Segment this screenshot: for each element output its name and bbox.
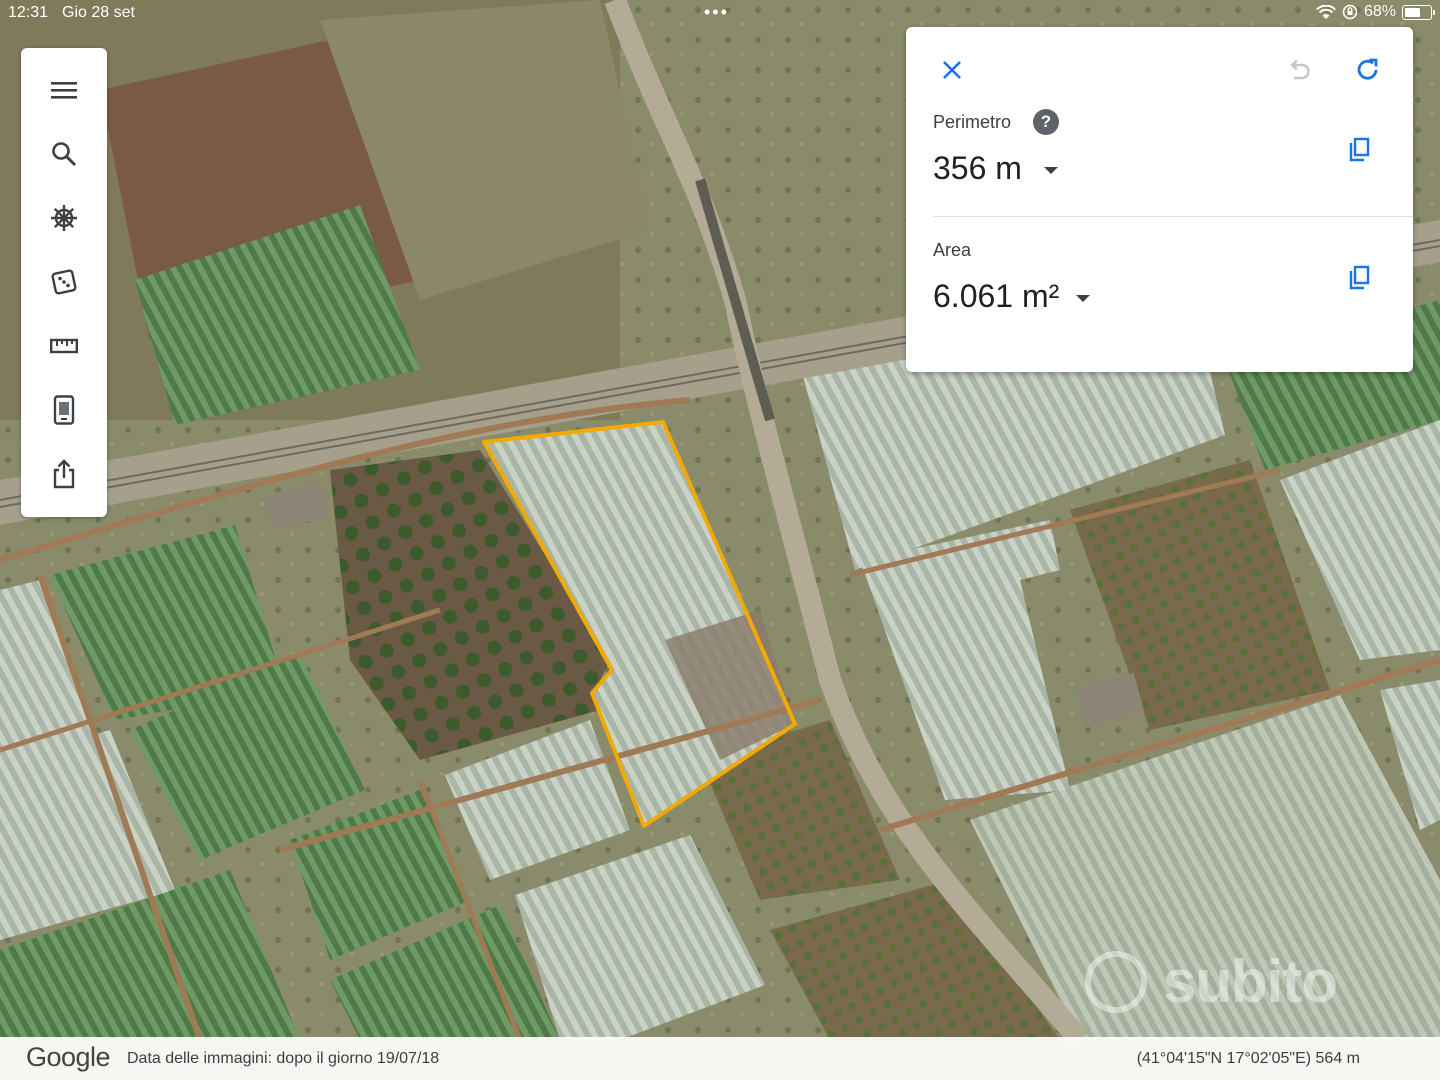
- menu-button[interactable]: [39, 68, 89, 112]
- copy-area-button[interactable]: [1339, 258, 1379, 298]
- status-indicators: 68%: [1316, 3, 1435, 21]
- multitasking-dots[interactable]: •••: [704, 2, 729, 23]
- orientation-lock-icon: [1342, 4, 1358, 20]
- battery-icon: [1402, 4, 1435, 20]
- share-button[interactable]: [39, 452, 89, 496]
- undo-icon: [1290, 59, 1310, 80]
- area-unit-dropdown[interactable]: [1076, 295, 1090, 302]
- subito-watermark: subito: [1085, 945, 1375, 1015]
- search-button[interactable]: [39, 132, 89, 176]
- ruler-icon: [50, 338, 78, 354]
- battery-percent: 68%: [1363, 3, 1396, 20]
- redo-icon: [1357, 58, 1378, 80]
- copy-perimeter-button[interactable]: [1339, 130, 1379, 170]
- imagery-date: Data delle immagini: dopo il giorno 19/0…: [127, 1050, 440, 1067]
- google-logo: Google: [26, 1042, 111, 1072]
- perimeter-value: 356 m: [933, 150, 1022, 186]
- close-icon: [943, 61, 961, 79]
- status-time: 12:31: [8, 4, 49, 21]
- area-label: Area: [933, 240, 972, 260]
- perimeter-label: Perimetro: [933, 112, 1012, 132]
- copy-icon: [1349, 265, 1370, 290]
- status-bar: 12:31 Gio 28 set ••• 68%: [0, 0, 1440, 26]
- left-toolbar: [21, 48, 107, 517]
- projects-icon: [53, 395, 75, 425]
- watermark-logo-icon: [1085, 951, 1147, 1013]
- share-icon: [53, 459, 75, 489]
- close-button[interactable]: [932, 50, 972, 90]
- copy-icon: [1349, 137, 1370, 162]
- measure-panel: Perimetro ? 356 m Area 6.061 m²: [906, 27, 1413, 372]
- battery-fill: [1405, 7, 1420, 17]
- watermark-text: subito: [1163, 948, 1338, 1015]
- projects-button[interactable]: [39, 388, 89, 432]
- feeling-lucky-button[interactable]: [39, 260, 89, 304]
- search-icon: [52, 142, 77, 167]
- wifi-icon: [1316, 4, 1336, 19]
- redo-button[interactable]: [1348, 50, 1388, 90]
- measure-button[interactable]: [39, 324, 89, 368]
- feeling-lucky-dice-icon: [51, 269, 77, 295]
- undo-button[interactable]: [1279, 50, 1319, 90]
- bottom-info-bar: Google Data delle immagini: dopo il gior…: [0, 1037, 1440, 1080]
- coordinates-readout: (41°04'15"N 17°02'05"E) 564 m: [1136, 1050, 1360, 1067]
- voyager-wheel-icon: [51, 205, 77, 231]
- status-date: Gio 28 set: [62, 4, 135, 21]
- perimeter-help-icon[interactable]: ?: [1033, 109, 1059, 135]
- menu-icon: [51, 82, 77, 99]
- panel-divider: [933, 216, 1413, 217]
- area-value: 6.061 m²: [933, 278, 1060, 314]
- perimeter-unit-dropdown[interactable]: [1044, 167, 1058, 174]
- voyager-button[interactable]: [39, 196, 89, 240]
